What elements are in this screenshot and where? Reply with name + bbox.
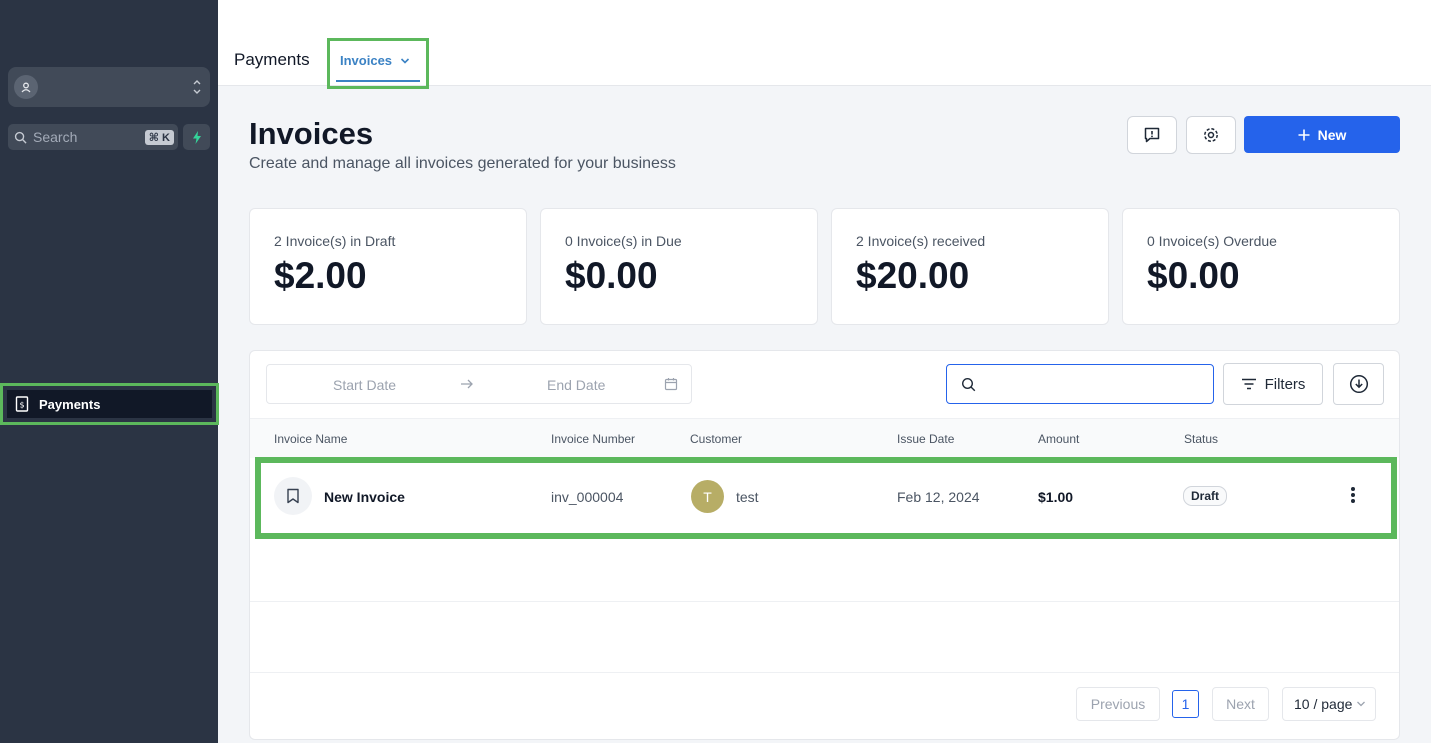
column-header-amount: Amount bbox=[1038, 432, 1080, 446]
status-badge: Draft bbox=[1183, 486, 1228, 506]
row-divider bbox=[250, 601, 1399, 602]
calendar-icon bbox=[664, 378, 678, 391]
stat-label: 2 Invoice(s) received bbox=[856, 233, 986, 249]
invoices-table-card: Start Date End Date Filters Invoice Name… bbox=[249, 350, 1400, 740]
quick-action-button[interactable] bbox=[183, 124, 210, 150]
invoice-row-icon bbox=[274, 477, 312, 515]
sidebar: Search ⌘ K $ Payments bbox=[0, 0, 219, 743]
section-title: Payments bbox=[234, 50, 310, 69]
invoice-amount: $1.00 bbox=[1038, 489, 1074, 505]
tab-label: Invoices bbox=[340, 53, 393, 68]
start-date-input[interactable]: Start Date bbox=[333, 377, 396, 393]
previous-page-button[interactable]: Previous bbox=[1076, 687, 1160, 721]
stat-card-due: 0 Invoice(s) in Due $0.00 bbox=[540, 208, 818, 325]
filter-icon bbox=[1241, 378, 1256, 390]
top-bar: Payments Invoices bbox=[218, 0, 1431, 89]
sidebar-item-payments[interactable]: $ Payments bbox=[7, 390, 212, 418]
tab-invoices[interactable]: Invoices bbox=[340, 53, 410, 68]
download-button[interactable] bbox=[1333, 363, 1384, 405]
bookmark-icon bbox=[287, 488, 299, 504]
filters-button[interactable]: Filters bbox=[1223, 363, 1323, 405]
plus-icon bbox=[1298, 129, 1310, 140]
stat-label: 0 Invoice(s) Overdue bbox=[1147, 233, 1277, 249]
stat-card-draft: 2 Invoice(s) in Draft $2.00 bbox=[249, 208, 527, 325]
end-date-input[interactable]: End Date bbox=[547, 377, 605, 393]
page-subtitle: Create and manage all invoices generated… bbox=[249, 155, 676, 172]
stat-value: $0.00 bbox=[565, 255, 658, 296]
invoice-number: inv_000004 bbox=[551, 489, 624, 505]
next-page-button[interactable]: Next bbox=[1212, 687, 1269, 721]
page-size-select[interactable]: 10 / page bbox=[1282, 687, 1376, 721]
new-button-label: New bbox=[1317, 126, 1347, 143]
column-header-invoice-number: Invoice Number bbox=[551, 432, 636, 446]
nav-highlight: $ Payments bbox=[0, 383, 219, 425]
download-icon bbox=[1349, 374, 1368, 394]
stat-label: 2 Invoice(s) in Draft bbox=[274, 233, 396, 249]
chevron-updown-icon bbox=[193, 80, 201, 94]
chevron-down-icon bbox=[400, 57, 410, 64]
footer-divider bbox=[250, 672, 1399, 673]
chevron-down-icon bbox=[1357, 701, 1366, 707]
search-shortcut: ⌘ K bbox=[144, 129, 174, 145]
date-range-picker[interactable]: Start Date End Date bbox=[266, 364, 692, 404]
page-number-button[interactable]: 1 bbox=[1172, 690, 1199, 718]
column-header-issue-date: Issue Date bbox=[897, 432, 955, 446]
issue-date: Feb 12, 2024 bbox=[897, 489, 980, 505]
user-icon bbox=[14, 75, 38, 99]
new-invoice-button[interactable]: New bbox=[1244, 116, 1400, 153]
arrow-right-icon bbox=[461, 379, 473, 389]
table-header: Invoice Name Invoice Number Customer Iss… bbox=[250, 418, 1399, 458]
account-switcher[interactable] bbox=[8, 67, 210, 107]
customer-avatar: T bbox=[691, 480, 724, 513]
invoice-icon: $ bbox=[15, 396, 29, 412]
table-row[interactable]: New Invoice inv_000004 T test Feb 12, 20… bbox=[255, 457, 1397, 539]
filters-label: Filters bbox=[1264, 375, 1306, 393]
tab-highlight: Invoices bbox=[327, 38, 429, 89]
table-search-input[interactable] bbox=[946, 364, 1214, 404]
stat-card-overdue: 0 Invoice(s) Overdue $0.00 bbox=[1122, 208, 1400, 325]
search-icon bbox=[961, 377, 976, 392]
tab-underline bbox=[336, 80, 420, 82]
lightning-icon bbox=[192, 130, 201, 144]
sidebar-search[interactable]: Search ⌘ K bbox=[8, 124, 178, 150]
column-header-customer: Customer bbox=[690, 432, 743, 446]
more-vertical-icon[interactable] bbox=[1347, 485, 1359, 505]
sidebar-item-label: Payments bbox=[39, 396, 101, 412]
stat-value: $20.00 bbox=[856, 255, 970, 296]
page-title: Invoices bbox=[249, 116, 374, 151]
invoice-name-link[interactable]: New Invoice bbox=[324, 489, 405, 505]
stat-value: $2.00 bbox=[274, 255, 367, 296]
stat-label: 0 Invoice(s) in Due bbox=[565, 233, 682, 249]
feedback-icon bbox=[1144, 127, 1160, 143]
search-placeholder: Search bbox=[33, 129, 78, 145]
stat-card-received: 2 Invoice(s) received $20.00 bbox=[831, 208, 1109, 325]
column-header-status: Status bbox=[1184, 432, 1219, 446]
feedback-button[interactable] bbox=[1127, 116, 1177, 154]
page-size-value: 10 / page bbox=[1294, 696, 1353, 712]
settings-button[interactable] bbox=[1186, 116, 1236, 154]
search-icon bbox=[14, 131, 27, 144]
svg-text:$: $ bbox=[19, 401, 24, 410]
column-header-invoice-name: Invoice Name bbox=[274, 432, 348, 446]
stat-value: $0.00 bbox=[1147, 255, 1240, 296]
customer-name: test bbox=[736, 489, 759, 505]
gear-icon bbox=[1204, 128, 1218, 142]
